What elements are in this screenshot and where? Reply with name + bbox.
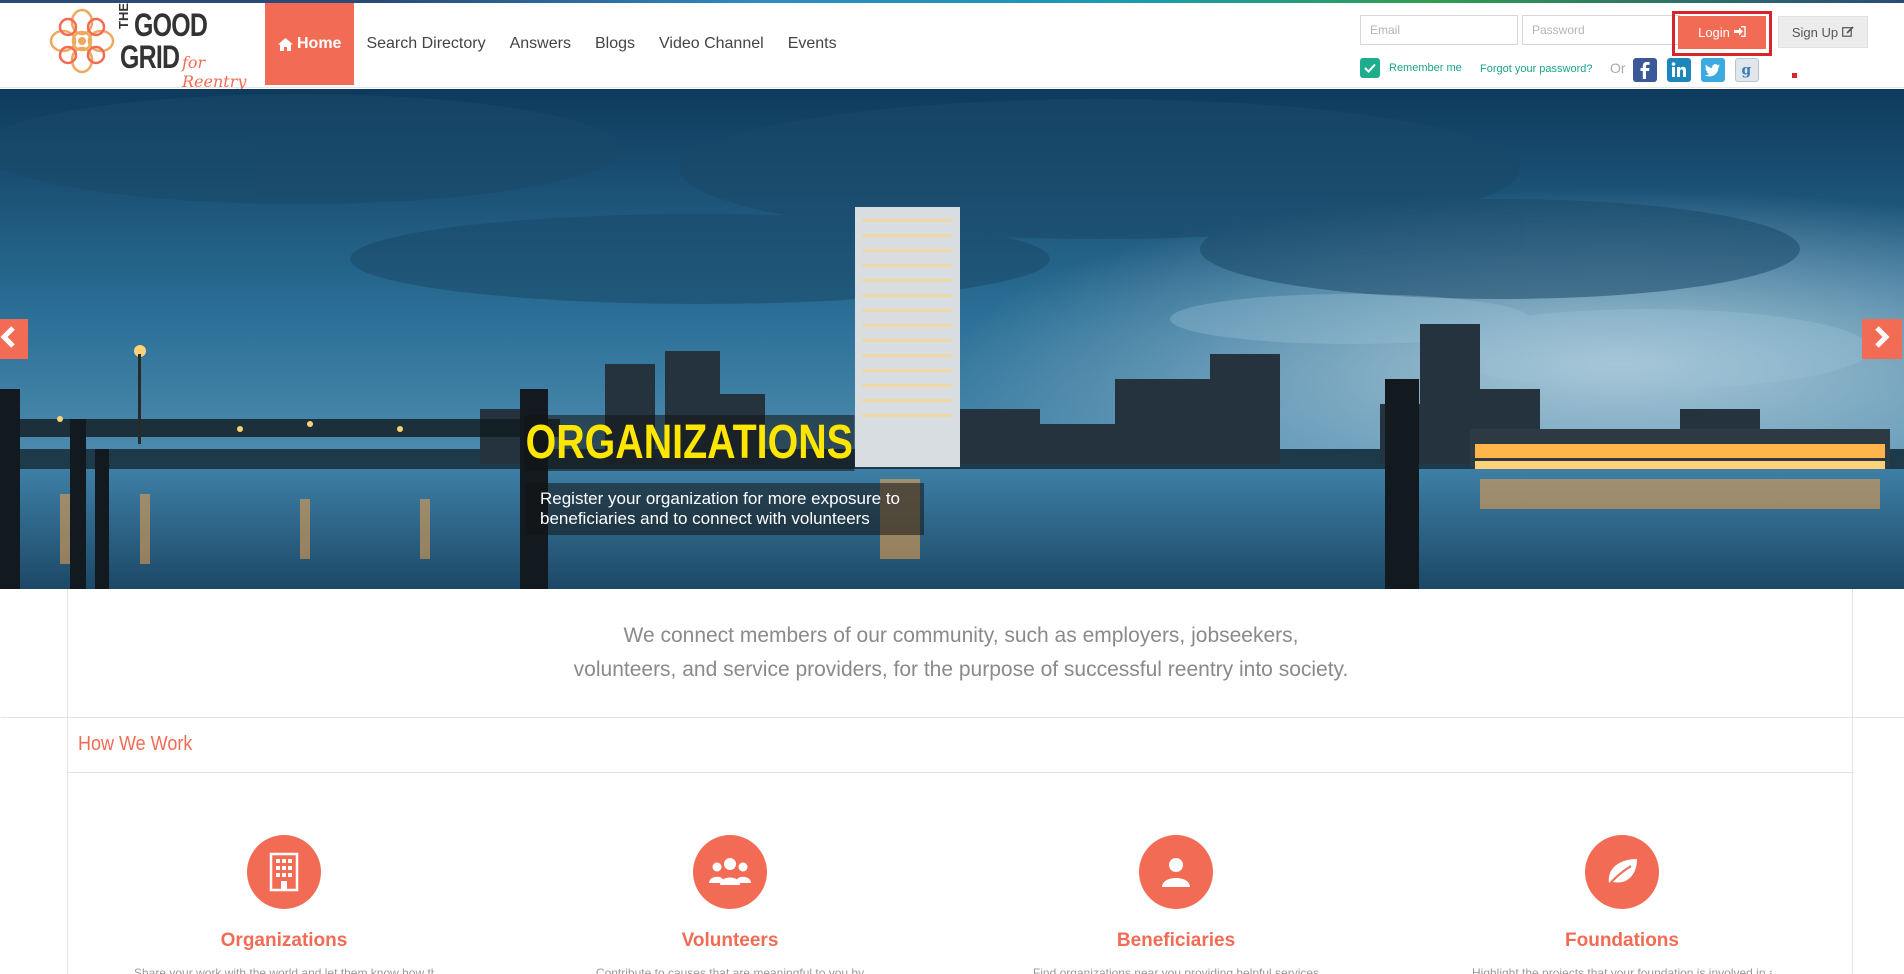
intro-line-1: We connect members of our community, suc… — [623, 624, 1299, 647]
home-icon — [278, 37, 293, 51]
main-nav: Home Search Directory Answers Blogs Vide… — [265, 3, 849, 85]
logo-text-grid: GRID — [120, 39, 180, 75]
nav-label: Answers — [509, 35, 571, 52]
card-title[interactable]: Organizations — [134, 930, 434, 952]
slider-next-button[interactable] — [1862, 319, 1902, 359]
card-beneficiaries[interactable]: Beneficiaries Find organizations near yo… — [1026, 835, 1326, 974]
nav-home-label: Home — [297, 35, 342, 52]
nav-label: Events — [787, 35, 837, 52]
site-header: THE GOOD GRID for Reentry Home Search Di… — [0, 3, 1904, 91]
slider-prev-button[interactable] — [0, 319, 28, 359]
hero-caption-line-2: beneficiaries and to connect with volunt… — [540, 509, 870, 528]
logo-tagline: for Reentry — [182, 53, 247, 91]
remember-me-label: Remember me — [1389, 62, 1462, 74]
nav-home[interactable]: Home — [265, 3, 355, 85]
nav-label: Blogs — [594, 35, 635, 52]
section-divider — [1, 717, 1904, 718]
site-logo[interactable]: THE GOOD GRID for Reentry — [48, 3, 264, 91]
user-icon — [1139, 835, 1213, 909]
status-dot — [1792, 73, 1797, 78]
intro-line-2: volunteers, and service providers, for t… — [573, 658, 1349, 681]
nav-video-channel[interactable]: Video Channel — [647, 3, 776, 85]
login-button-label: Login — [1698, 25, 1730, 40]
logo-text-good: GOOD — [134, 7, 208, 43]
nav-blogs[interactable]: Blogs — [583, 3, 647, 85]
hero-caption-title: ORGANIZATIONS — [524, 415, 855, 471]
sign-in-icon — [1733, 25, 1746, 40]
nav-label: Search Directory — [366, 35, 486, 52]
card-organizations[interactable]: Organizations Share your work with the w… — [134, 835, 434, 974]
password-field[interactable] — [1522, 15, 1680, 45]
remember-me-checkbox[interactable] — [1360, 58, 1380, 78]
card-foundations[interactable]: Foundations Highlight the projects that … — [1472, 835, 1772, 974]
nav-events[interactable]: Events — [776, 3, 849, 85]
card-description: Highlight the projects that your foundat… — [1472, 966, 1772, 974]
hero-slider: ORGANIZATIONS Register your organization… — [0, 89, 1904, 589]
card-description: Share your work with the world and let t… — [134, 966, 434, 974]
login-form: Login Sign Up Remember me Forgot your pa… — [1360, 11, 1880, 83]
section-divider — [68, 772, 1854, 773]
chevron-left-icon — [0, 325, 16, 353]
building-icon — [247, 835, 321, 909]
chevron-right-icon — [1874, 325, 1890, 353]
forgot-password-link[interactable]: Forgot your password? — [1480, 63, 1593, 75]
twitter-icon[interactable] — [1701, 58, 1725, 82]
card-description: Find organizations near you providing he… — [1032, 966, 1320, 974]
how-we-work-title: How We Work — [78, 733, 193, 755]
linkedin-icon[interactable] — [1667, 58, 1691, 82]
card-volunteers[interactable]: Volunteers Contribute to causes that are… — [580, 835, 880, 974]
hero-caption-line-1: Register your organization for more expo… — [540, 489, 901, 508]
email-field[interactable] — [1360, 15, 1518, 45]
edit-icon — [1842, 25, 1854, 40]
leaf-icon — [1585, 835, 1659, 909]
main-content: We connect members of our community, suc… — [1, 589, 1904, 974]
facebook-icon[interactable] — [1633, 58, 1657, 82]
card-title[interactable]: Beneficiaries — [1026, 930, 1326, 952]
card-title[interactable]: Volunteers — [580, 930, 880, 952]
remember-me: Remember me — [1360, 58, 1462, 78]
intro-text: We connect members of our community, suc… — [68, 619, 1854, 687]
card-description: Contribute to causes that are meaningful… — [595, 966, 865, 974]
hero-caption-text: Register your organization for more expo… — [526, 483, 924, 535]
nav-label: Video Channel — [659, 35, 764, 52]
logo-text-the: THE — [116, 3, 131, 29]
nav-search-directory[interactable]: Search Directory — [354, 3, 497, 85]
signup-button[interactable]: Sign Up — [1778, 16, 1868, 48]
or-label: Or — [1610, 60, 1626, 76]
google-icon[interactable]: g — [1735, 58, 1759, 82]
signup-button-label: Sign Up — [1791, 24, 1839, 40]
city-skyline-photo — [0, 89, 1904, 589]
nav-answers[interactable]: Answers — [498, 3, 583, 85]
svg-text:g: g — [1742, 63, 1752, 79]
login-button[interactable]: Login — [1678, 16, 1766, 49]
card-title[interactable]: Foundations — [1472, 930, 1772, 952]
group-icon — [693, 835, 767, 909]
